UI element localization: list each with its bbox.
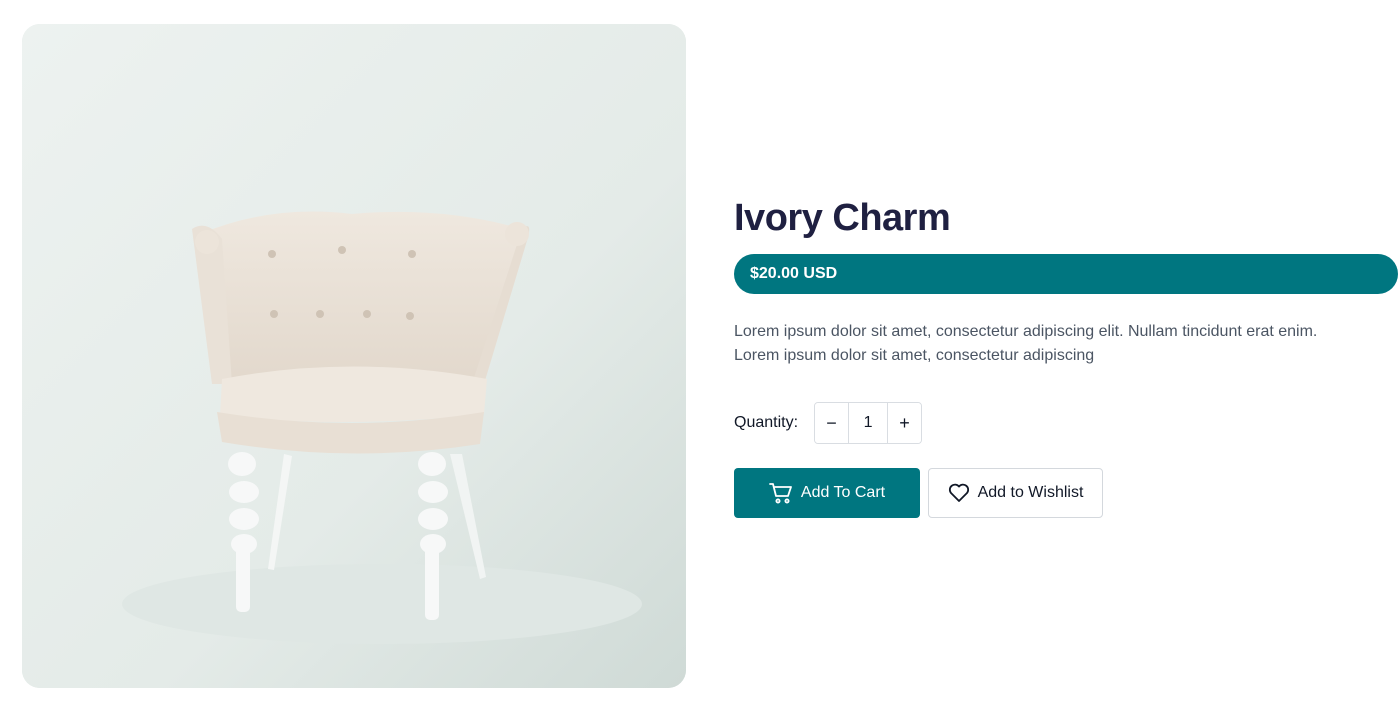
add-to-wishlist-button[interactable]: Add to Wishlist <box>928 468 1103 518</box>
price-value: $20.00 USD <box>750 265 838 282</box>
minus-icon: − <box>826 412 837 433</box>
product-description: Lorem ipsum dolor sit amet, consectetur … <box>734 320 1374 368</box>
add-to-cart-button[interactable]: Add To Cart <box>734 468 920 518</box>
product-title: Ivory Charm <box>734 197 951 239</box>
quantity-label: Quantity: <box>734 414 799 431</box>
description-line: Lorem ipsum dolor sit amet, consectetur … <box>734 347 1095 364</box>
cart-icon <box>768 482 793 504</box>
price-badge: $20.00 USD <box>734 254 1398 294</box>
decrement-button[interactable]: − <box>815 403 849 443</box>
add-to-wishlist-label: Add to Wishlist <box>977 484 1084 501</box>
add-to-cart-label: Add To Cart <box>800 484 886 501</box>
quantity-stepper: − 1 + <box>814 402 923 444</box>
chair-illustration <box>22 24 686 688</box>
quantity-value[interactable]: 1 <box>848 403 889 443</box>
product-image <box>22 24 686 688</box>
plus-icon: + <box>899 412 910 433</box>
increment-button[interactable]: + <box>888 403 922 443</box>
action-buttons: Add To Cart Add to Wishlist <box>734 468 1398 518</box>
product-details: Ivory Charm $20.00 USD Lorem ipsum dolor… <box>734 196 1398 518</box>
quantity-row: Quantity: − 1 + <box>734 402 1398 444</box>
description-line: Lorem ipsum dolor sit amet, consectetur … <box>734 323 1318 340</box>
heart-icon <box>948 483 970 503</box>
